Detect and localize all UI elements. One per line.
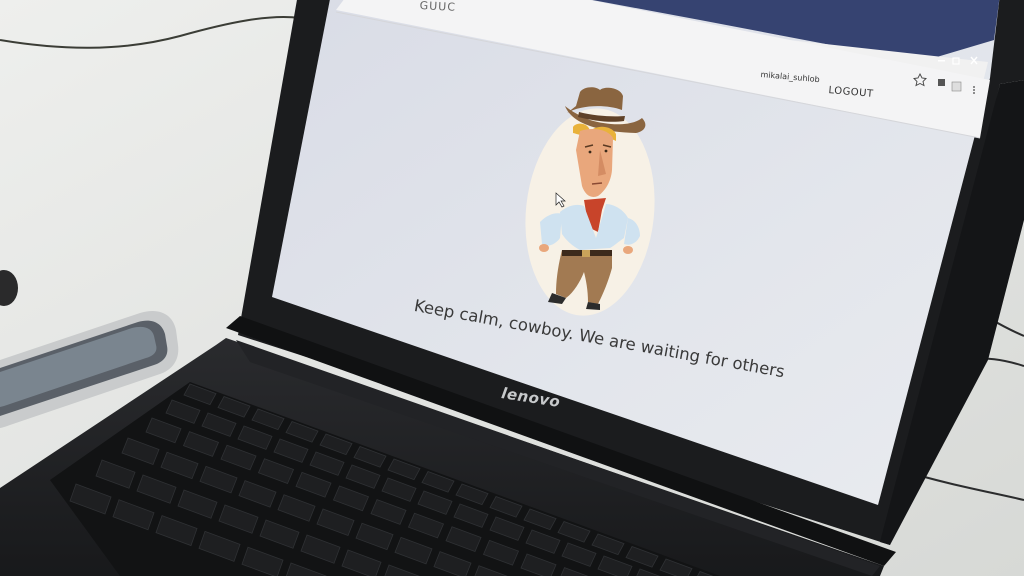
app-brand: GUUC — [419, 0, 457, 14]
menu-icon[interactable] — [973, 86, 975, 94]
minimize-icon[interactable] — [938, 60, 945, 62]
photo-scene — [0, 0, 1024, 576]
profile-icon[interactable] — [951, 81, 962, 92]
extension-icon[interactable] — [938, 79, 945, 86]
